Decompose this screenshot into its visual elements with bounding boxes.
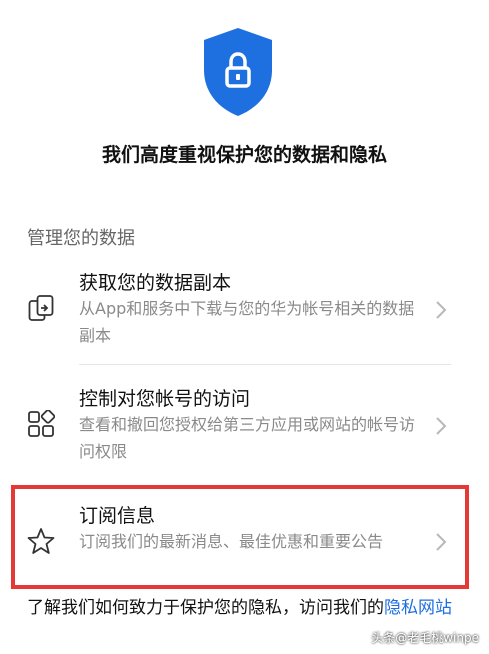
chevron-right-icon — [436, 417, 447, 435]
shield-lock-icon — [204, 28, 272, 116]
watermark: 头条@老毛桃winpe — [371, 631, 479, 645]
highlight-box — [11, 485, 469, 589]
privacy-footer: 了解我们如何致力于保护您的隐私，访问我们的隐私网站 — [27, 595, 457, 621]
item-description: 从App和服务中下载与您的华为帐号相关的数据副本 — [79, 299, 415, 345]
chevron-right-icon — [436, 301, 447, 319]
divider — [79, 364, 451, 365]
footer-text: 了解我们如何致力于保护您的隐私，访问我们的 — [27, 598, 384, 618]
app-grid-icon — [27, 410, 55, 438]
data-copy-icon — [27, 294, 55, 322]
header — [0, 0, 489, 130]
page-title: 我们高度重视保护您的数据和隐私 — [101, 144, 387, 166]
privacy-website-link[interactable]: 隐私网站 — [384, 598, 452, 618]
list-item-data-copy[interactable]: 获取您的数据副本 从App和服务中下载与您的华为帐号相关的数据副本 — [0, 260, 489, 360]
item-title: 控制对您帐号的访问 — [79, 388, 251, 410]
section-title: 管理您的数据 — [27, 228, 135, 249]
item-title: 获取您的数据副本 — [79, 272, 232, 294]
item-description: 查看和撤回您授权给第三方应用或网站的帐号访问权限 — [79, 415, 416, 461]
list-item-account-access[interactable]: 控制对您帐号的访问 查看和撤回您授权给第三方应用或网站的帐号访问权限 — [0, 378, 489, 478]
